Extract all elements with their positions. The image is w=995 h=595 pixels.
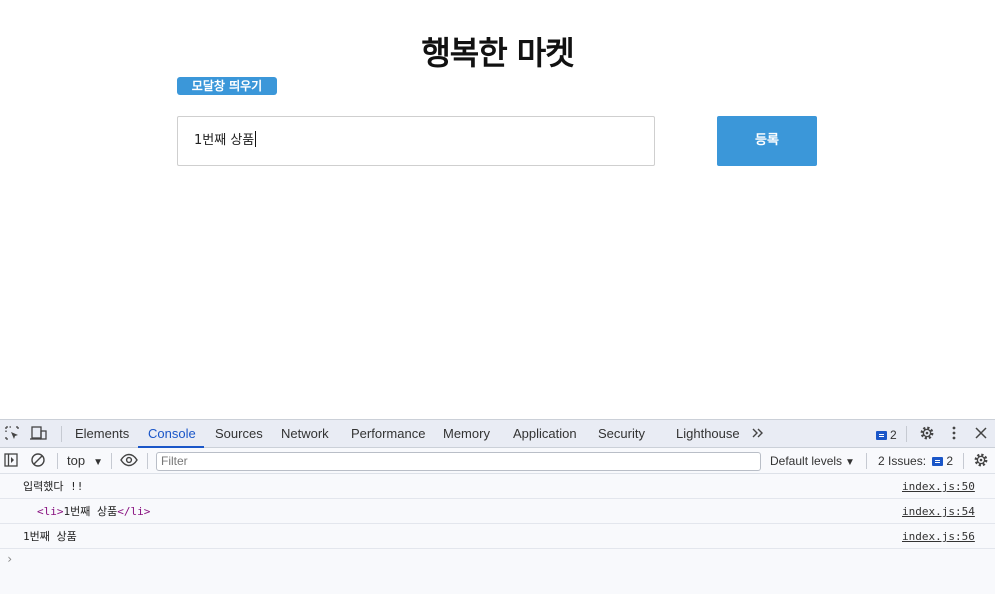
toolbar-separator [147,453,148,469]
messages-badge-count: 2 [890,428,897,442]
settings-gear-icon[interactable] [918,425,936,443]
log-source-link[interactable]: index.js:56 [902,524,975,549]
sidebar-toggle-icon[interactable] [2,452,20,470]
page-viewport: 행복한 마켓 모달창 띄우기 1번째 상품 등록 [0,0,995,419]
message-icon [876,431,887,440]
devtools-tabbar: Elements Console Sources Network Perform… [0,420,995,448]
message-icon [932,457,944,466]
toolbar-separator [111,453,112,469]
log-source-link[interactable]: index.js:50 [902,474,975,499]
dropdown-arrow-icon: ▼ [845,457,855,468]
page-title: 행복한 마켓 [421,34,574,72]
log-message: 1번째 상품 [63,505,118,518]
more-options-icon[interactable] [945,425,963,443]
log-levels-select[interactable]: Default levels ▼ [770,452,855,470]
text-caret [255,131,257,147]
product-input[interactable]: 1번째 상품 [177,116,655,166]
register-button[interactable]: 등록 [717,116,817,166]
tab-memory[interactable]: Memory [443,420,490,448]
inspect-element-icon[interactable] [3,425,21,443]
messages-badge[interactable]: 2 [876,427,897,443]
console-output: 입력했다 !! index.js:50 <li>1번째 상품</li> inde… [0,474,995,595]
tab-security[interactable]: Security [598,420,645,448]
tab-network[interactable]: Network [281,420,329,448]
console-settings-gear-icon[interactable] [972,452,990,470]
console-log-row: 1번째 상품 index.js:56 [0,524,995,549]
log-message: 입력했다 !! [23,480,84,493]
clear-console-icon[interactable] [29,452,47,470]
tab-console[interactable]: Console [138,420,204,448]
devtools-panel: Elements Console Sources Network Perform… [0,419,995,594]
console-prompt[interactable]: › [6,552,13,566]
tab-lighthouse[interactable]: Lighthouse [676,420,740,448]
log-source-link[interactable]: index.js:54 [902,499,975,524]
log-levels-value: Default levels [770,454,843,468]
tab-elements[interactable]: Elements [75,420,129,448]
device-toolbar-icon[interactable] [30,425,48,443]
tabbar-separator-right [906,426,907,442]
html-close-tag: </li> [117,505,151,518]
toolbar-separator [963,453,964,469]
context-select-value: top [67,453,86,468]
console-log-row: 입력했다 !! index.js:50 [0,474,995,499]
open-modal-button[interactable]: 모달창 띄우기 [177,77,277,95]
console-filter-input[interactable]: Filter [156,452,761,471]
context-select[interactable]: top ▼ [67,452,103,470]
live-expression-eye-icon[interactable] [120,452,138,470]
console-toolbar: top ▼ Filter Default levels ▼ 2 Issues: 2 [0,448,995,474]
log-message: 1번째 상품 [23,530,77,543]
tabbar-separator [61,426,62,442]
toolbar-separator [866,453,867,469]
tab-performance[interactable]: Performance [351,420,425,448]
tab-application[interactable]: Application [513,420,577,448]
close-icon[interactable] [972,425,990,443]
product-input-value: 1번째 상품 [194,133,255,148]
issues-counter[interactable]: 2 Issues: 2 [878,452,953,470]
more-tabs-icon[interactable] [749,425,767,443]
console-log-row: <li>1번째 상품</li> index.js:54 [0,499,995,524]
issues-label: 2 Issues: [878,454,927,468]
html-open-tag: <li> [37,505,64,518]
issues-count-value: 2 [946,454,954,468]
dropdown-arrow-icon: ▼ [93,457,103,468]
log-element-node[interactable]: <li>1번째 상품</li> [37,499,150,524]
toolbar-separator [57,453,58,469]
tab-sources[interactable]: Sources [215,420,263,448]
